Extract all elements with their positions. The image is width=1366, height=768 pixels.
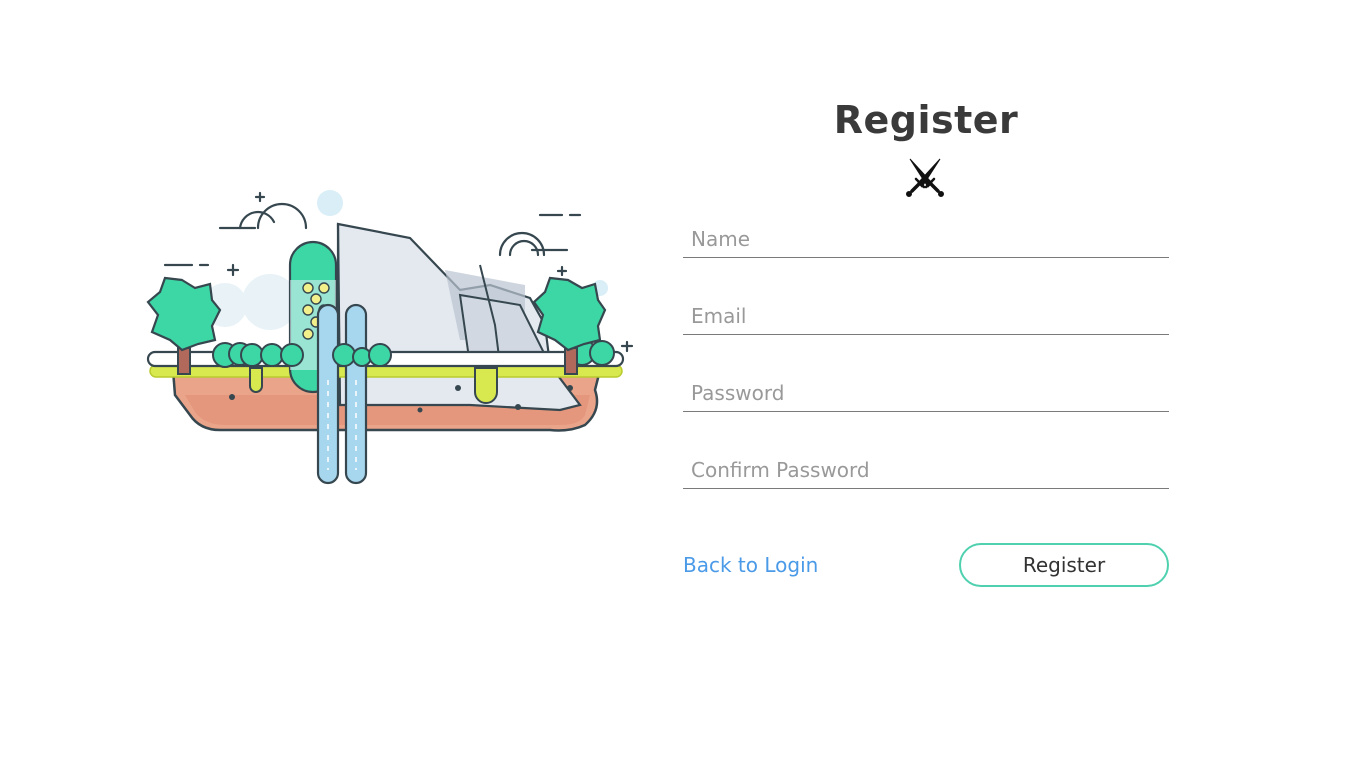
back-to-login-link[interactable]: Back to Login xyxy=(683,553,818,577)
register-button[interactable]: Register xyxy=(959,543,1169,587)
floating-island-illustration xyxy=(146,190,634,485)
page-title: Register xyxy=(833,98,1019,142)
email-field[interactable] xyxy=(683,297,1169,335)
name-field[interactable] xyxy=(683,220,1169,258)
crossed-swords-icon xyxy=(906,158,944,197)
password-field[interactable] xyxy=(683,374,1169,412)
confirm-password-field[interactable] xyxy=(683,451,1169,489)
